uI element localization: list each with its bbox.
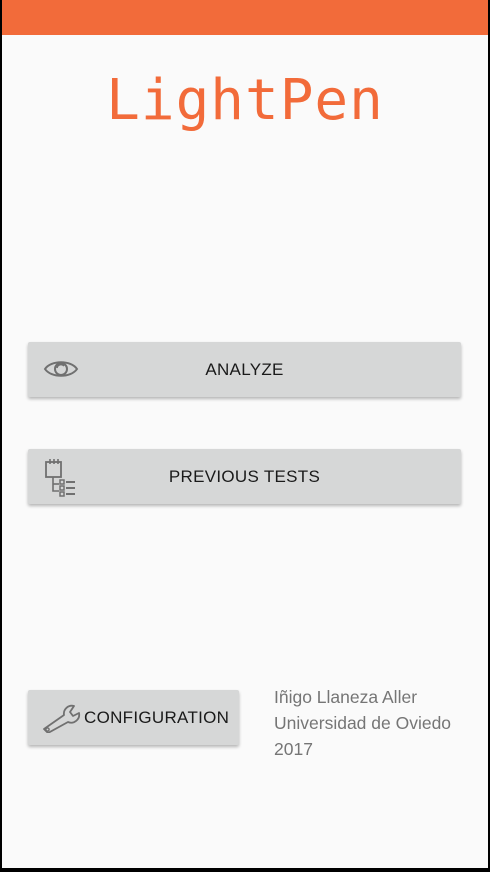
previous-tests-button[interactable]: PREVIOUS TESTS — [28, 449, 461, 504]
status-bar — [2, 0, 488, 35]
analyze-label: ANALYZE — [205, 359, 284, 379]
year-text: 2017 — [274, 739, 313, 759]
analyze-button[interactable]: ANALYZE — [28, 342, 461, 397]
credits: Iñigo Llaneza Aller Universidad de Ovied… — [274, 684, 484, 762]
app-title: LightPen — [106, 68, 384, 133]
university-name: Universidad de Oviedo — [274, 713, 452, 733]
app-screen: LightPen ANALYZE PREVIOUS TESTS CONFIGUR… — [2, 0, 488, 868]
configuration-label: CONFIGURATION — [84, 707, 230, 727]
configuration-button[interactable]: CONFIGURATION — [28, 690, 239, 745]
previous-tests-label: PREVIOUS TESTS — [168, 466, 321, 486]
wrench-icon — [43, 704, 81, 733]
author-name: Iñigo Llaneza Aller — [274, 687, 418, 707]
